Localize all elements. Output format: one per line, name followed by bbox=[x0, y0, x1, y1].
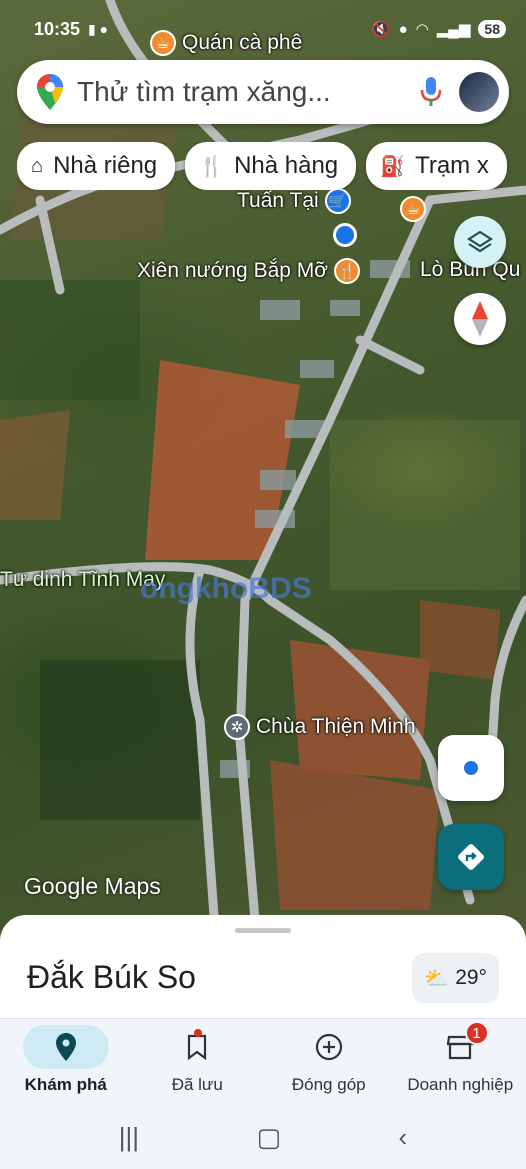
nav-label: Khám phá bbox=[24, 1075, 107, 1094]
status-bar: 10:35 ▮ ● 🔇 ● ◠ ▂▄▆ 58 bbox=[0, 0, 526, 58]
shopping-cart-icon: 🛒 bbox=[324, 188, 351, 214]
nav-explore[interactable]: Khám phá bbox=[0, 1019, 132, 1106]
battery-indicator: 58 bbox=[478, 20, 506, 38]
chip-gas-stations[interactable]: ⛽ Trạm x bbox=[366, 142, 507, 190]
status-time: 10:35 bbox=[34, 18, 81, 39]
coffee-icon: ☕ bbox=[400, 196, 426, 222]
directions-icon bbox=[458, 844, 484, 870]
watermark: ongkhoBDS bbox=[140, 572, 312, 605]
google-maps-pin-icon bbox=[37, 74, 63, 110]
status-right: 🔇 ● ◠ ▂▄▆ 58 bbox=[372, 20, 506, 38]
nav-business[interactable]: 1 Doanh nghiệp bbox=[395, 1019, 526, 1106]
my-location-icon bbox=[464, 761, 478, 775]
google-maps-logo: Google Maps bbox=[24, 873, 161, 899]
chip-home[interactable]: ⌂ Nhà riêng bbox=[17, 142, 176, 190]
temple-icon: ✲ bbox=[224, 714, 250, 740]
system-navigation-bar: ||| ▢ ‹ bbox=[0, 1106, 526, 1169]
weather-badge[interactable]: ⛅ 29° bbox=[412, 953, 499, 1003]
nav-icon-wrap bbox=[417, 1025, 503, 1069]
search-bar[interactable]: Thử tìm trạm xăng... bbox=[17, 60, 509, 124]
nav-icon-wrap bbox=[22, 1025, 109, 1069]
restaurant-icon: 🍴 bbox=[199, 155, 225, 178]
back-icon[interactable]: ‹ bbox=[399, 1122, 408, 1153]
partly-cloudy-icon: ⛅ bbox=[424, 967, 450, 990]
nav-label: Doanh nghiệp bbox=[407, 1075, 514, 1094]
add-circle-icon bbox=[315, 1033, 342, 1061]
poi-tuan-tai[interactable]: Tuấn Tại 🛒 bbox=[237, 188, 351, 214]
location-status-icon: ● bbox=[398, 20, 408, 38]
chip-restaurants[interactable]: 🍴 Nhà hàng bbox=[185, 142, 357, 190]
compass-button[interactable] bbox=[454, 293, 506, 345]
home-button-icon[interactable]: ▢ bbox=[256, 1122, 281, 1153]
compass-icon bbox=[472, 301, 488, 337]
explore-pin-icon bbox=[55, 1033, 76, 1061]
notification-icons: ▮ ● bbox=[88, 20, 109, 37]
poi-label: Chùa Thiện Minh bbox=[256, 715, 416, 738]
bottom-navigation: Khám phá Đã lưu Đóng góp 1 Doanh nghiệp bbox=[0, 1018, 526, 1106]
home-icon: ⌂ bbox=[31, 154, 44, 177]
chip-label: Trạm x bbox=[415, 152, 489, 179]
place-name: Đắk Búk So bbox=[27, 959, 196, 995]
wifi-icon: ◠ bbox=[415, 21, 429, 38]
my-location-button[interactable] bbox=[438, 735, 504, 801]
account-avatar[interactable] bbox=[459, 72, 499, 112]
recent-apps-icon[interactable]: ||| bbox=[119, 1122, 139, 1153]
nav-icon-wrap bbox=[286, 1025, 372, 1069]
poi-xien-nuong[interactable]: Xiên nướng Bắp Mỡ 🍴 bbox=[137, 258, 361, 284]
sheet-drag-handle[interactable] bbox=[235, 928, 291, 933]
poi-label: Xiên nướng Bắp Mỡ bbox=[137, 259, 329, 282]
layers-icon bbox=[467, 230, 493, 253]
current-location-dot bbox=[333, 223, 357, 247]
signal-icon: ▂▄▆ bbox=[436, 21, 471, 38]
poi-label: Tuấn Tại bbox=[237, 189, 319, 212]
poi-chua-thien-minh[interactable]: ✲ Chùa Thiện Minh bbox=[224, 714, 416, 740]
bookmark-icon bbox=[188, 1034, 207, 1060]
directions-button[interactable] bbox=[438, 824, 504, 890]
business-notification-badge: 1 bbox=[464, 1021, 489, 1045]
chip-label: Nhà hàng bbox=[234, 152, 339, 179]
poi-cafe-right[interactable]: ☕ bbox=[400, 196, 426, 222]
microphone-icon[interactable] bbox=[419, 75, 443, 109]
bottom-sheet[interactable]: Đắk Búk So ⛅ 29° bbox=[0, 915, 526, 1020]
nav-contribute[interactable]: Đóng góp bbox=[263, 1019, 395, 1106]
weather-temperature: 29° bbox=[455, 966, 487, 989]
nav-label: Đã lưu bbox=[171, 1075, 223, 1094]
category-chips: ⌂ Nhà riêng 🍴 Nhà hàng ⛽ Trạm x bbox=[17, 142, 526, 190]
gas-station-icon: ⛽ bbox=[380, 155, 406, 178]
nav-saved[interactable]: Đã lưu bbox=[132, 1019, 264, 1106]
nav-label: Đóng góp bbox=[291, 1075, 366, 1094]
layers-button[interactable] bbox=[454, 216, 506, 268]
search-placeholder[interactable]: Thử tìm trạm xăng... bbox=[77, 76, 419, 108]
mute-icon: 🔇 bbox=[371, 21, 391, 38]
saved-dot-badge bbox=[193, 1029, 202, 1037]
chip-label: Nhà riêng bbox=[53, 152, 158, 179]
restaurant-icon: 🍴 bbox=[334, 258, 361, 284]
